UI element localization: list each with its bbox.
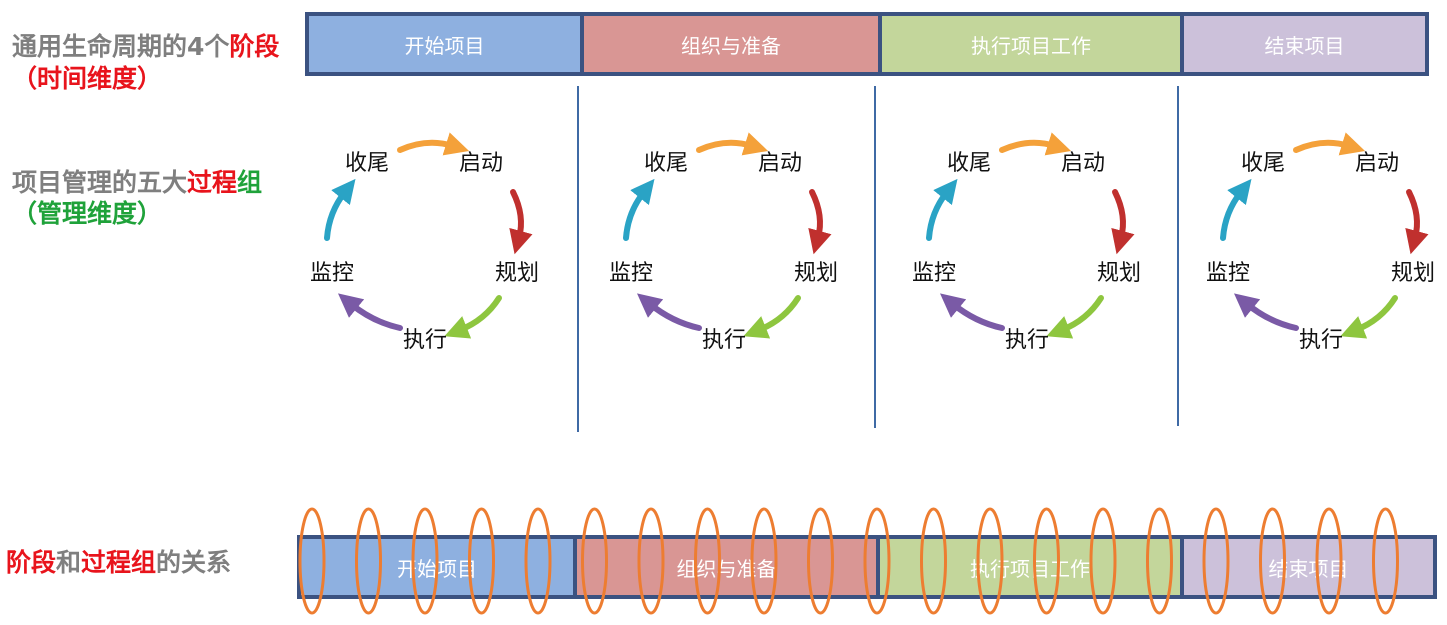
arrow-closing-to-initiating — [1293, 132, 1366, 156]
arrow-executing-to-monitoring — [337, 293, 403, 331]
mgmt-dimension-highlight-red: 过程 — [187, 168, 238, 197]
arrow-monitoring-to-closing — [926, 178, 958, 241]
relation-part2: 和 — [56, 548, 82, 577]
phase-execute: 执行项目工作 — [882, 16, 1184, 72]
arrow-planning-to-executing — [444, 295, 502, 339]
phase-close: 结束项目 — [1184, 16, 1425, 72]
top-phase-bar: 开始项目 组织与准备 执行项目工作 结束项目 — [305, 12, 1429, 76]
cycle-label-closing: 收尾 — [1241, 151, 1286, 176]
time-dimension-label: 通用生命周期的4个阶段 — [12, 32, 279, 62]
arrow-executing-to-monitoring — [1233, 293, 1299, 331]
divider-3 — [1177, 86, 1179, 426]
arrow-initiating-to-planning — [808, 189, 832, 255]
time-dimension-sub: （时间维度） — [12, 64, 163, 93]
cycle-label-initiating: 启动 — [758, 151, 803, 176]
arrow-executing-to-monitoring — [636, 293, 702, 331]
cycle-label-monitoring: 监控 — [912, 261, 957, 286]
relation-part3: 过程组 — [81, 548, 157, 577]
cycle-label-executing: 执行 — [702, 328, 747, 353]
cycle-label-closing: 收尾 — [644, 151, 689, 176]
cycle-label-executing: 执行 — [403, 328, 448, 353]
arrow-closing-to-initiating — [397, 132, 470, 156]
arrow-closing-to-initiating — [999, 132, 1072, 156]
relation-part1: 阶段 — [6, 548, 57, 577]
arrow-planning-to-executing — [1046, 295, 1104, 339]
arrow-closing-to-initiating — [696, 132, 769, 156]
bottom-phase-close: 结束项目 — [1184, 539, 1433, 595]
cycle-label-planning: 规划 — [794, 261, 839, 286]
arrow-initiating-to-planning — [509, 189, 533, 255]
arrow-monitoring-to-closing — [1220, 178, 1252, 241]
cycle-label-monitoring: 监控 — [609, 261, 654, 286]
divider-2 — [874, 86, 876, 428]
process-cycle-1: 收尾 启动规划执行 监控 — [305, 120, 555, 370]
cycle-label-planning: 规划 — [1391, 261, 1436, 286]
cycle-label-executing: 执行 — [1005, 328, 1050, 353]
divider-1 — [577, 86, 579, 432]
cycle-label-monitoring: 监控 — [1206, 261, 1251, 286]
process-cycle-3: 收尾 启动规划执行 监控 — [907, 120, 1157, 370]
arrow-monitoring-to-closing — [324, 178, 356, 241]
arrow-planning-to-executing — [743, 295, 801, 339]
cycle-label-initiating: 启动 — [459, 151, 504, 176]
cycle-label-initiating: 启动 — [1061, 151, 1106, 176]
mgmt-dimension-sub: （管理维度） — [12, 199, 163, 228]
time-dimension-prefix: 通用生命周期的4个 — [12, 32, 230, 61]
cycle-label-initiating: 启动 — [1355, 151, 1400, 176]
bottom-phase-bar: 开始项目 组织与准备 执行项目工作 结束项目 — [297, 535, 1437, 599]
arrow-planning-to-executing — [1340, 295, 1398, 339]
mgmt-dimension-prefix: 项目管理的五大 — [12, 168, 188, 197]
cycle-label-planning: 规划 — [495, 261, 540, 286]
cycle-label-executing: 执行 — [1299, 328, 1344, 353]
time-dimension-highlight: 阶段 — [229, 32, 280, 61]
bottom-phase-start: 开始项目 — [301, 539, 577, 595]
cycle-label-monitoring: 监控 — [310, 261, 355, 286]
arrow-initiating-to-planning — [1111, 189, 1135, 255]
arrow-initiating-to-planning — [1405, 189, 1429, 255]
process-cycle-4: 收尾 启动规划执行 监控 — [1201, 120, 1447, 370]
bottom-phase-execute: 执行项目工作 — [880, 539, 1184, 595]
relation-label: 阶段和过程组的关系 — [6, 548, 231, 578]
process-cycle-2: 收尾 启动规划执行 监控 — [604, 120, 854, 370]
relation-part4: 的关系 — [156, 548, 232, 577]
cycle-label-planning: 规划 — [1097, 261, 1142, 286]
bottom-phase-organize: 组织与准备 — [577, 539, 880, 595]
phase-organize: 组织与准备 — [584, 16, 882, 72]
arrow-monitoring-to-closing — [623, 178, 655, 241]
mgmt-dimension-highlight-green: 组 — [237, 168, 263, 197]
mgmt-dimension-label: 项目管理的五大过程组 — [12, 168, 262, 198]
phase-start: 开始项目 — [309, 16, 584, 72]
cycle-label-closing: 收尾 — [947, 151, 992, 176]
cycle-label-closing: 收尾 — [345, 151, 390, 176]
arrow-executing-to-monitoring — [939, 293, 1005, 331]
